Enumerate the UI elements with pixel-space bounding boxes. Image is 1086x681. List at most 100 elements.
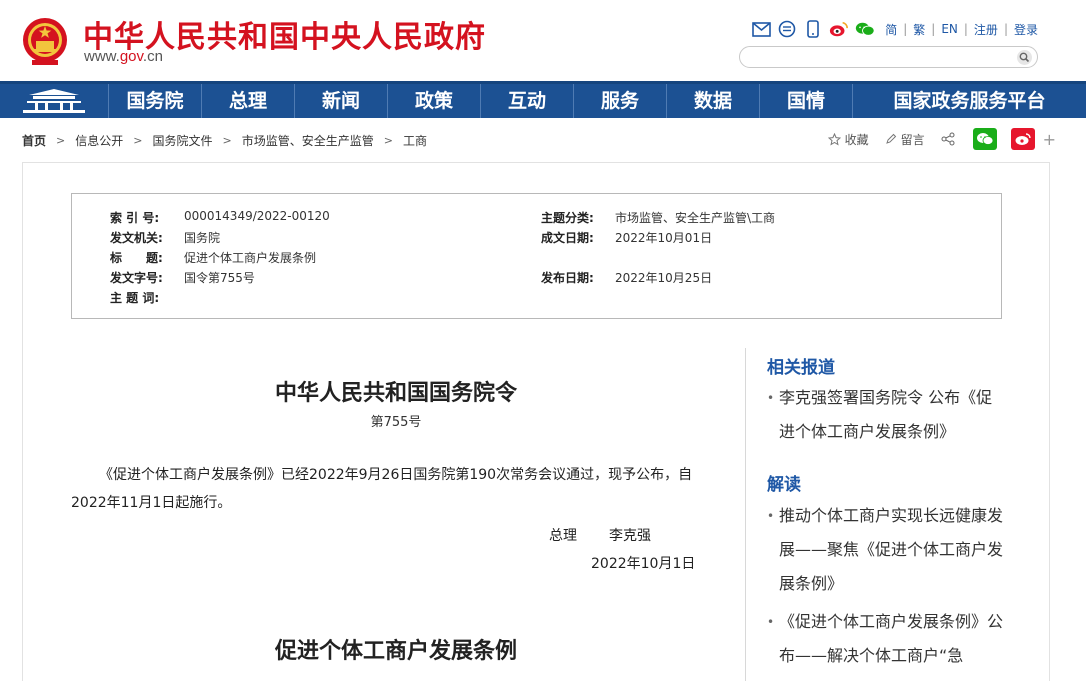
header-tools: 简 | 繁 | EN | 注册 | 登录 [745, 18, 1038, 40]
share-weibo-icon[interactable] [1010, 128, 1035, 150]
interpretation-item[interactable]: 推动个体工商户实现长远健康发展——聚焦《促进个体工商户发展条例》 [767, 499, 1007, 601]
meta-issuer-label: 发文机关: [110, 231, 163, 245]
weibo-icon[interactable] [829, 19, 849, 39]
link-login[interactable]: 登录 [1014, 21, 1038, 38]
nav-list: 国务院 总理 新闻 政策 互动 服务 数据 国情 国家政务服务平台 [108, 84, 1086, 118]
site-domain: www.gov.cn [84, 48, 163, 65]
home-gate-icon[interactable] [0, 84, 108, 118]
signature-role: 总理 [549, 528, 577, 544]
search-icon[interactable] [1016, 49, 1033, 66]
interpretation-item[interactable]: 《促进个体工商户发展条例》公布——解决个体工商户“急 [767, 605, 1007, 673]
interpretation-list: 推动个体工商户实现长远健康发展——聚焦《促进个体工商户发展条例》 《促进个体工商… [767, 499, 1007, 673]
chevron-right-icon: > [56, 134, 66, 147]
chevron-right-icon: > [222, 134, 232, 147]
nav-item-premier[interactable]: 总理 [201, 84, 294, 118]
sign-date: 2022年10月1日 [591, 556, 696, 572]
regulation-title: 促进个体工商户发展条例 [274, 638, 517, 664]
breadcrumb-commerce[interactable]: 工商 [403, 132, 427, 149]
search-box [739, 46, 1038, 68]
article-title: 中华人民共和国国务院令 [274, 380, 517, 406]
breadcrumb-market-supervision[interactable]: 市场监管、安全生产监管 [242, 132, 374, 149]
site-header: 中华人民共和国中央人民政府 www.gov.cn 简 | 繁 | EN | 注册 | 登… [0, 0, 1086, 81]
meta-docno-value: 国令第755号 [184, 271, 255, 285]
related-item[interactable]: 李克强签署国务院令 公布《促进个体工商户发展条例》 [767, 381, 1007, 449]
content-panel: 索 引 号: 000014349/2022-00120 主题分类: 市场监管、安… [22, 162, 1050, 681]
meta-keywords-label: 主 题 词: [110, 291, 160, 305]
breadcrumb: 首页 > 信息公开 > 国务院文件 > 市场监管、安全生产监管 > 工商 [22, 132, 427, 149]
nav-item-state-council[interactable]: 国务院 [108, 84, 201, 118]
nav-item-interaction[interactable]: 互动 [480, 84, 573, 118]
meta-index: 索 引 号: 000014349/2022-00120 [110, 209, 330, 226]
mobile-icon[interactable] [803, 19, 823, 39]
message-icon[interactable] [777, 19, 797, 39]
meta-keywords: 主 题 词: [110, 289, 184, 306]
separator: | [931, 22, 936, 36]
breadcrumb-info-disclosure[interactable]: 信息公开 [75, 132, 123, 149]
chevron-right-icon: > [383, 134, 393, 147]
related-list: 李克强签署国务院令 公布《促进个体工商户发展条例》 [767, 381, 1007, 449]
nav-item-policy[interactable]: 政策 [387, 84, 480, 118]
meta-published: 发布日期: 2022年10月25日 [541, 269, 712, 286]
share-bar: 收藏 留言 + [812, 128, 1056, 150]
nav-item-data[interactable]: 数据 [666, 84, 759, 118]
search-input[interactable] [750, 48, 1010, 68]
article-paragraph: 《促进个体工商户发展条例》已经2022年9月26日国务院第190次常务会议通过，… [71, 467, 693, 511]
link-register[interactable]: 注册 [974, 21, 998, 38]
share-button[interactable] [941, 132, 959, 146]
document-metadata: 索 引 号: 000014349/2022-00120 主题分类: 市场监管、安… [71, 193, 1002, 319]
favorite-button[interactable]: 收藏 [827, 131, 869, 148]
wechat-icon[interactable] [855, 19, 875, 39]
pencil-icon [885, 133, 896, 144]
meta-created-label: 成文日期: [541, 231, 594, 245]
meta-issuer-value: 国务院 [184, 231, 221, 245]
meta-title-value: 促进个体工商户发展条例 [184, 251, 317, 265]
domain-brand: gov [119, 48, 143, 65]
column-divider [745, 348, 746, 681]
breadcrumb-home[interactable]: 首页 [22, 132, 46, 149]
meta-docno-label: 发文字号: [110, 271, 163, 285]
mail-icon[interactable] [751, 19, 771, 39]
breadcrumb-council-docs[interactable]: 国务院文件 [152, 132, 212, 149]
meta-title: 标 题: 促进个体工商户发展条例 [110, 249, 316, 266]
related-heading: 相关报道 [767, 358, 835, 378]
meta-subject: 主题分类: 市场监管、安全生产监管\工商 [541, 209, 775, 226]
share-more-button[interactable]: + [1043, 130, 1056, 149]
link-traditional[interactable]: 繁 [913, 21, 925, 38]
share-icon [941, 132, 955, 146]
favorite-label: 收藏 [844, 132, 869, 147]
comment-button[interactable]: 留言 [885, 131, 925, 148]
nav-item-service-platform[interactable]: 国家政务服务平台 [852, 84, 1086, 118]
meta-index-value: 000014349/2022-00120 [184, 209, 330, 223]
meta-title-label: 标 题: [110, 251, 163, 265]
domain-suffix: .cn [142, 48, 163, 65]
share-wechat-icon[interactable] [972, 128, 997, 150]
meta-issuer: 发文机关: 国务院 [110, 229, 220, 246]
order-number: 第755号 [370, 415, 422, 430]
meta-published-label: 发布日期: [541, 271, 594, 285]
meta-docno: 发文字号: 国令第755号 [110, 269, 255, 286]
main-nav: 国务院 总理 新闻 政策 互动 服务 数据 国情 国家政务服务平台 [0, 81, 1086, 118]
nav-item-services[interactable]: 服务 [573, 84, 666, 118]
separator: | [963, 22, 968, 36]
separator: | [903, 22, 908, 36]
star-icon [827, 132, 841, 146]
nav-item-national-info[interactable]: 国情 [759, 84, 852, 118]
meta-subject-label: 主题分类: [541, 211, 594, 225]
link-english[interactable]: EN [941, 22, 958, 36]
meta-published-value: 2022年10月25日 [615, 271, 713, 285]
meta-created: 成文日期: 2022年10月01日 [541, 229, 712, 246]
interpretation-heading: 解读 [767, 475, 801, 495]
language-account-links: 简 | 繁 | EN | 注册 | 登录 [885, 21, 1038, 38]
comment-label: 留言 [900, 132, 925, 147]
meta-created-value: 2022年10月01日 [615, 231, 713, 245]
link-simplified[interactable]: 简 [885, 21, 897, 38]
national-emblem-icon[interactable] [22, 14, 68, 68]
meta-index-label: 索 引 号: [110, 211, 160, 225]
separator: | [1003, 22, 1008, 36]
meta-subject-value: 市场监管、安全生产监管\工商 [615, 211, 776, 225]
nav-item-news[interactable]: 新闻 [294, 84, 387, 118]
chevron-right-icon: > [133, 134, 143, 147]
domain-prefix: www. [84, 48, 120, 65]
signature: 总理 李克强 [549, 525, 651, 545]
signature-name: 李克强 [609, 528, 651, 544]
